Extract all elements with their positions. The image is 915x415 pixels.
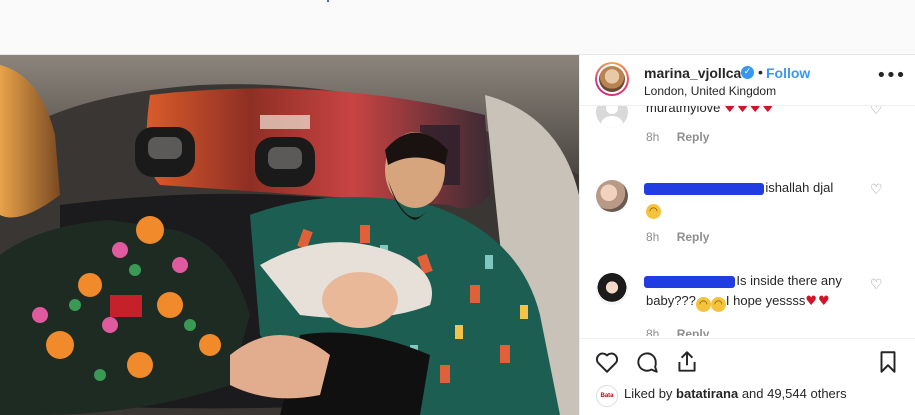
post-actions-bar xyxy=(580,338,915,379)
commenter-avatar[interactable] xyxy=(596,180,628,212)
comment-body-2: I hope yessss xyxy=(725,293,806,308)
instagram-post: marina_vjollca ✓ • Follow London, United… xyxy=(0,54,915,415)
post-photo[interactable] xyxy=(0,55,579,415)
likes-summary: Bata Liked by batatirana and 49,544 othe… xyxy=(580,380,915,410)
comment-time: 8h xyxy=(646,230,660,244)
comment-icon[interactable] xyxy=(634,349,660,375)
top-dot xyxy=(327,0,329,2)
comment-body: ishallah djal xyxy=(765,180,834,195)
likes-others[interactable]: and 49,544 others xyxy=(742,386,847,401)
default-avatar-icon xyxy=(601,106,623,128)
hearts-emoji: ♥♥♥♥ xyxy=(724,106,775,116)
comment-item: muratmylove ♥♥♥♥ 8h Reply ♡ xyxy=(580,106,915,154)
laughing-emoji: ◠ xyxy=(710,297,726,312)
user-avatar[interactable] xyxy=(595,62,629,96)
comment-item: 8h Reply xyxy=(580,324,915,336)
laughing-emoji: ◠ xyxy=(695,297,711,312)
comment-meta: 8h Reply xyxy=(646,130,709,144)
liker-avatar[interactable]: Bata xyxy=(596,385,618,407)
like-comment-icon[interactable]: ♡ xyxy=(870,106,883,118)
comment-text: xxxxxxxxxxxx Is inside there any baby???… xyxy=(644,271,870,312)
verified-badge-icon: ✓ xyxy=(741,66,754,79)
comment-text: muratmylove ♥♥♥♥ xyxy=(646,106,866,119)
likes-prefix: Liked by xyxy=(624,386,673,401)
share-icon[interactable] xyxy=(674,349,700,375)
likes-text: Liked by batatirana and 49,544 others xyxy=(624,386,847,401)
commenter-avatar[interactable] xyxy=(596,273,628,305)
hearts-emoji: ♥♥ xyxy=(805,294,831,309)
liker-username[interactable]: batatirana xyxy=(676,386,738,401)
comment-item: xxxxxxxxxxxxxxxx ishallah djal ◠ 8h Repl… xyxy=(580,178,915,258)
comment-body: muratmylove xyxy=(646,106,721,115)
reply-button[interactable]: Reply xyxy=(677,230,710,244)
reply-button[interactable]: Reply xyxy=(677,327,710,336)
reply-button[interactable]: Reply xyxy=(677,130,710,144)
more-options-icon[interactable]: ••• xyxy=(876,65,906,86)
follow-button[interactable]: Follow xyxy=(766,65,810,81)
comment-time: 8h xyxy=(646,327,660,336)
location-link[interactable]: London, United Kingdom xyxy=(644,84,776,98)
username-link[interactable]: marina_vjollca xyxy=(644,65,741,81)
comments-list[interactable]: muratmylove ♥♥♥♥ 8h Reply ♡ xxxxxxxxxxxx… xyxy=(580,106,915,336)
laughing-emoji: ◠ xyxy=(646,204,661,219)
post-header: marina_vjollca ✓ • Follow London, United… xyxy=(580,55,915,106)
heart-icon[interactable] xyxy=(594,349,620,375)
photo-illustration xyxy=(0,55,579,415)
avatar-image xyxy=(599,66,625,92)
like-comment-icon[interactable]: ♡ xyxy=(870,182,883,198)
commenter-avatar[interactable] xyxy=(596,106,628,128)
separator-dot: • xyxy=(758,64,763,80)
commenter-name-redacted[interactable]: xxxxxxxxxxxx xyxy=(644,273,735,288)
bookmark-icon[interactable] xyxy=(875,349,901,375)
commenter-name-redacted[interactable]: xxxxxxxxxxxxxxxx xyxy=(644,180,764,195)
like-comment-icon[interactable]: ♡ xyxy=(870,277,883,293)
comment-text: xxxxxxxxxxxxxxxx ishallah djal ◠ xyxy=(644,178,866,219)
post-sidebar: marina_vjollca ✓ • Follow London, United… xyxy=(579,55,915,415)
comment-meta: 8h Reply xyxy=(646,327,709,336)
comment-meta: 8h Reply xyxy=(646,230,709,244)
comment-time: 8h xyxy=(646,130,660,144)
